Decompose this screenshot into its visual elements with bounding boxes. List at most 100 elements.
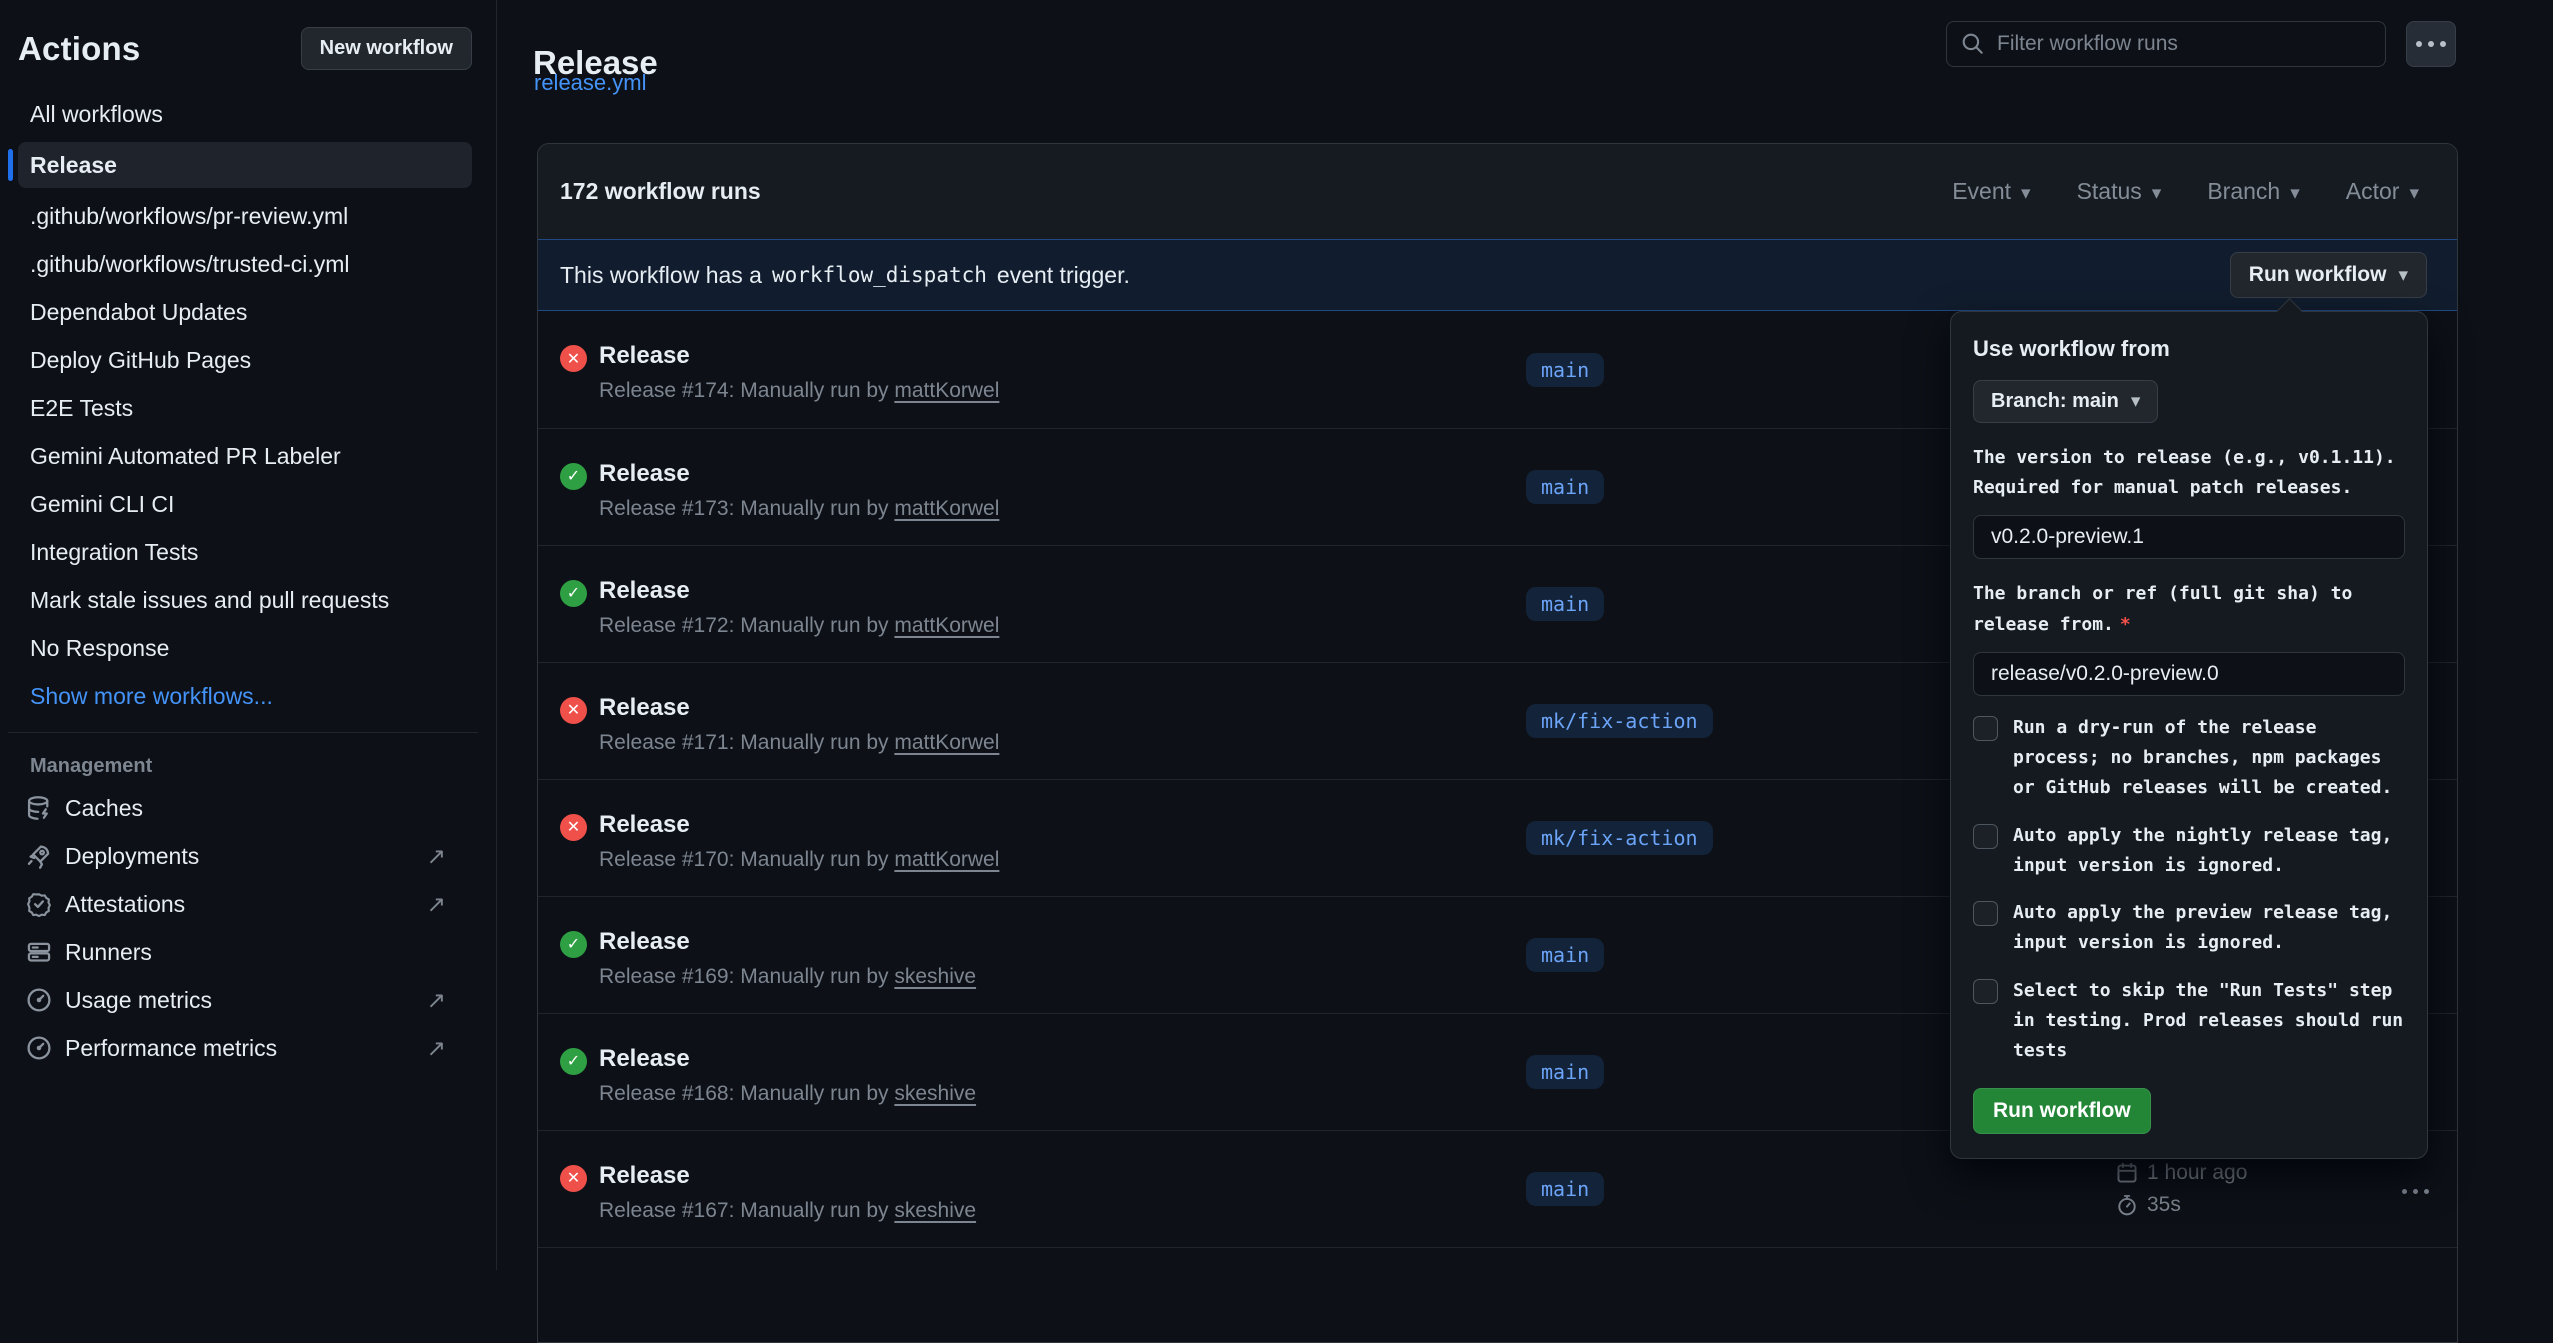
run-title[interactable]: Release	[599, 1162, 976, 1190]
preview-checkbox-group: Auto apply the preview release tag, inpu…	[1973, 898, 2405, 958]
external-link-icon: ↗	[427, 987, 446, 1014]
new-workflow-button[interactable]: New workflow	[301, 27, 472, 70]
actor-link[interactable]: mattKorwel	[894, 379, 999, 402]
workflow-dispatch-banner: This workflow has a workflow_dispatch ev…	[538, 239, 2457, 311]
run-title[interactable]: Release	[599, 811, 999, 839]
run-options-kebab-button[interactable]	[2396, 1176, 2435, 1203]
sidebar-workflow-item[interactable]: Gemini Automated PR Labeler	[18, 432, 472, 480]
skip-tests-checkbox[interactable]	[1973, 979, 1998, 1004]
chevron-down-icon	[2131, 390, 2141, 413]
run-workflow-submit-button[interactable]: Run workflow	[1973, 1088, 2151, 1134]
sidebar-item-attestations[interactable]: Attestations ↗	[18, 880, 472, 928]
run-status-icon	[560, 345, 587, 372]
skip-tests-checkbox-group: Select to skip the "Run Tests" step in t…	[1973, 976, 2405, 1067]
kebab-icon	[2402, 1189, 2429, 1194]
version-field-label: The version to release (e.g., v0.1.11). …	[1973, 443, 2405, 503]
sidebar-workflow-item[interactable]: Integration Tests	[18, 528, 472, 576]
runs-list-header: 172 workflow runs Event Status	[538, 144, 2457, 239]
run-status-icon	[560, 931, 587, 958]
workflow-options-kebab-button[interactable]	[2406, 21, 2456, 67]
sidebar-workflow-item[interactable]: .github/workflows/pr-review.yml	[18, 192, 472, 240]
branch-chip[interactable]: main	[1526, 1055, 1604, 1089]
run-status-icon	[560, 463, 587, 490]
actor-link[interactable]: mattKorwel	[894, 497, 999, 520]
branch-chip[interactable]: main	[1526, 587, 1604, 621]
rocket-icon	[26, 843, 52, 869]
filter-dropdown[interactable]: Branch	[2207, 178, 2299, 205]
calendar-icon	[2116, 1162, 2138, 1184]
run-description: Release #173: Manually run by mattKorwel	[599, 497, 999, 521]
github-actions-page: Actions New workflow All workflows Relea…	[0, 0, 2553, 1270]
actor-link[interactable]: skeshive	[894, 1199, 976, 1222]
branch-chip[interactable]: main	[1526, 938, 1604, 972]
run-description: Release #169: Manually run by skeshive	[599, 965, 976, 989]
sidebar-workflow-item[interactable]: .github/workflows/trusted-ci.yml	[18, 240, 472, 288]
run-description: Release #174: Manually run by mattKorwel	[599, 379, 999, 403]
sidebar-workflow-item[interactable]: Release	[18, 142, 472, 188]
run-duration: 35s	[2147, 1193, 2181, 1217]
actor-link[interactable]: skeshive	[894, 965, 976, 988]
management-section-label: Management	[30, 755, 472, 778]
dry-run-checkbox[interactable]	[1973, 716, 1998, 741]
run-title[interactable]: Release	[599, 694, 999, 722]
sidebar-item-runners[interactable]: Runners	[18, 928, 472, 976]
actor-link[interactable]: mattKorwel	[894, 614, 999, 637]
sidebar-workflow-item[interactable]: Deploy GitHub Pages	[18, 336, 472, 384]
branch-chip[interactable]: mk/fix-action	[1526, 704, 1713, 738]
run-time: 1 hour ago	[2147, 1161, 2247, 1185]
sidebar-title: Actions	[18, 30, 140, 68]
external-link-icon: ↗	[427, 891, 446, 918]
run-filters: Event Status Branch	[1952, 178, 2419, 205]
run-title[interactable]: Release	[599, 928, 976, 956]
branch-chip[interactable]: main	[1526, 470, 1604, 504]
actor-link[interactable]: mattKorwel	[894, 731, 999, 754]
meter-icon	[26, 1035, 52, 1061]
branch-chip[interactable]: main	[1526, 353, 1604, 387]
ref-input[interactable]	[1973, 652, 2405, 696]
run-workflow-panel: Use workflow from Branch: main The versi…	[1950, 311, 2428, 1159]
run-title[interactable]: Release	[599, 1045, 976, 1073]
sidebar-item-performance-metrics[interactable]: Performance metrics ↗	[18, 1024, 472, 1072]
show-more-workflows-link[interactable]: Show more workflows...	[18, 672, 472, 720]
actor-link[interactable]: skeshive	[894, 1082, 976, 1105]
chevron-down-icon	[2021, 178, 2031, 205]
external-link-icon: ↗	[427, 843, 446, 870]
run-workflow-dropdown-button[interactable]: Run workflow	[2230, 252, 2427, 298]
branch-chip[interactable]: main	[1526, 1172, 1604, 1206]
run-title[interactable]: Release	[599, 342, 999, 370]
panel-heading: Use workflow from	[1973, 336, 2405, 362]
sidebar-workflow-item[interactable]: E2E Tests	[18, 384, 472, 432]
sidebar-workflow-item[interactable]: Gemini CLI CI	[18, 480, 472, 528]
run-status-icon	[560, 1165, 587, 1192]
sidebar-item-caches[interactable]: Caches	[18, 784, 472, 832]
run-status-icon	[560, 580, 587, 607]
actor-link[interactable]: mattKorwel	[894, 848, 999, 871]
sidebar-workflow-item[interactable]: Mark stale issues and pull requests	[18, 576, 472, 624]
branch-select-button[interactable]: Branch: main	[1973, 380, 2158, 423]
run-title[interactable]: Release	[599, 577, 999, 605]
workflow-file-link[interactable]: release.yml	[534, 70, 646, 96]
version-input[interactable]	[1973, 515, 2405, 559]
sidebar-workflow-item[interactable]: No Response	[18, 624, 472, 672]
preview-checkbox[interactable]	[1973, 901, 1998, 926]
next-row-edge	[538, 1247, 2457, 1258]
run-description: Release #172: Manually run by mattKorwel	[599, 614, 999, 638]
nightly-checkbox[interactable]	[1973, 824, 1998, 849]
filter-dropdown[interactable]: Status	[2077, 178, 2162, 205]
sidebar-item-deployments[interactable]: Deployments ↗	[18, 832, 472, 880]
search-input[interactable]	[1995, 31, 2371, 57]
sidebar-item-usage-metrics[interactable]: Usage metrics ↗	[18, 976, 472, 1024]
stopwatch-icon	[2116, 1194, 2138, 1216]
run-status-icon	[560, 814, 587, 841]
filter-dropdown[interactable]: Event	[1952, 178, 2030, 205]
meter-icon	[26, 987, 52, 1013]
sidebar-workflow-item[interactable]: All workflows	[18, 90, 472, 138]
run-meta: 1 hour ago 35s	[2116, 1161, 2366, 1217]
required-marker: *	[2120, 614, 2131, 635]
branch-chip[interactable]: mk/fix-action	[1526, 821, 1713, 855]
filter-dropdown[interactable]: Actor	[2346, 178, 2419, 205]
sidebar-workflow-item[interactable]: Dependabot Updates	[18, 288, 472, 336]
run-title[interactable]: Release	[599, 460, 999, 488]
chevron-down-icon	[2409, 178, 2419, 205]
cache-database-icon	[26, 795, 52, 821]
